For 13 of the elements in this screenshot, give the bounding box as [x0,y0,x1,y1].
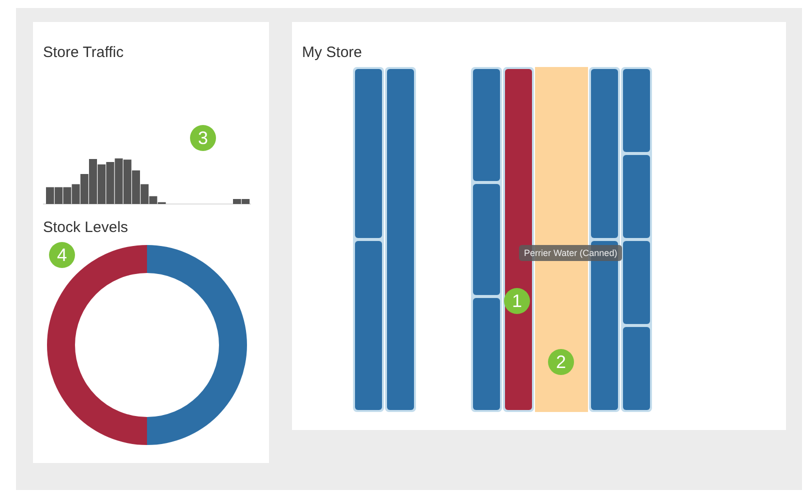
histogram-bar [106,162,114,204]
histogram-bar [114,158,123,204]
histogram-bar [98,164,106,204]
panel-title: Store Traffic [43,44,125,61]
panel-title: Stock Levels [43,219,130,236]
tooltip: Perrier Water (Canned) [519,245,622,261]
number-badge: 2 [548,349,574,375]
number-badge: 4 [49,242,75,268]
histogram-bar [63,187,72,204]
histogram-bar [123,160,132,204]
panel-title: My Store [302,44,364,61]
number-badge: 3 [190,125,216,151]
histogram-bar [54,187,63,204]
